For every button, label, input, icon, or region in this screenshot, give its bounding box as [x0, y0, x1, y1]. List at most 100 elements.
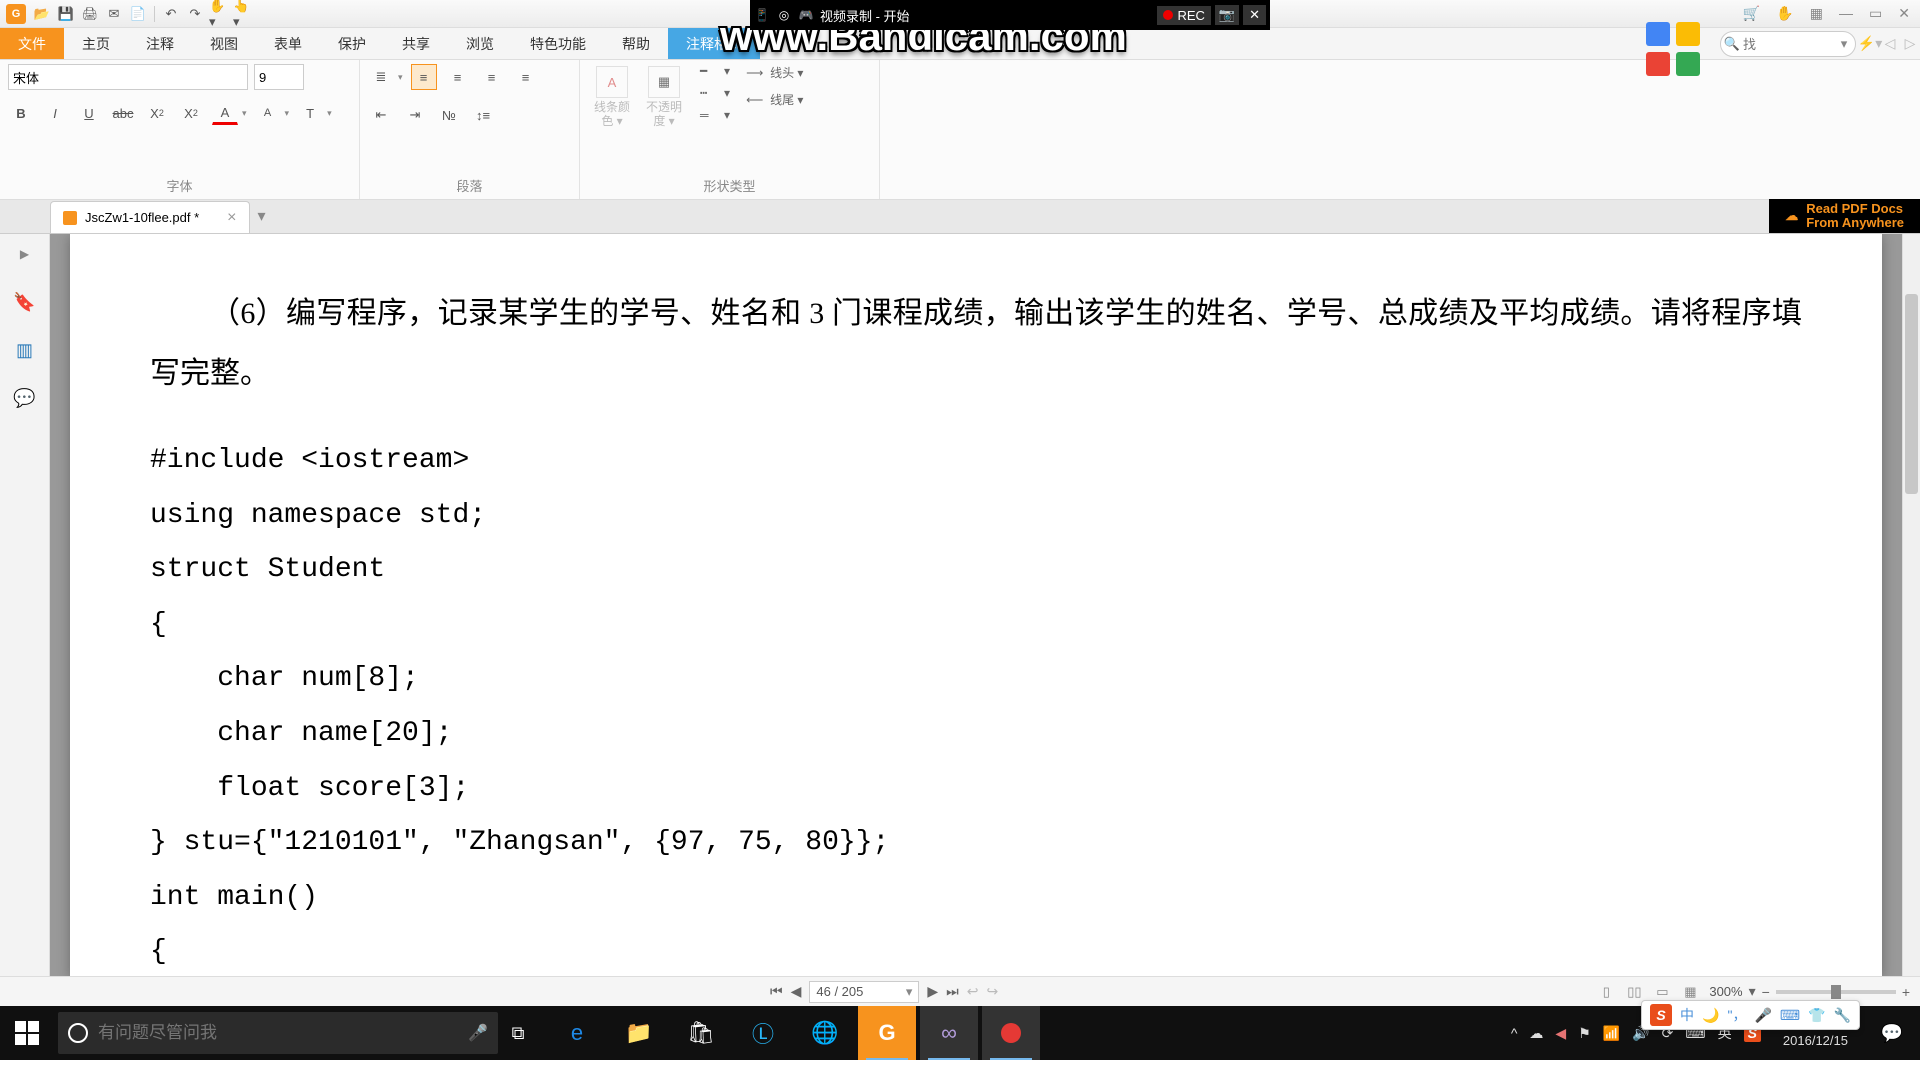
cortana-mic-icon[interactable]: 🎤 [458, 1023, 498, 1043]
bandicam-camera-button[interactable]: 📷 [1215, 5, 1239, 25]
maximize-button[interactable]: ▭ [1869, 5, 1882, 22]
menu-file[interactable]: 文件 [0, 28, 64, 59]
nav-back-button[interactable]: ↩ [967, 983, 979, 1000]
font-color-button[interactable]: A [212, 102, 238, 125]
zoom-in-button[interactable]: + [1902, 984, 1910, 1000]
search-input[interactable] [1743, 37, 1833, 52]
ime-mic-icon[interactable]: 🎤 [1754, 1007, 1771, 1024]
font-size-select[interactable] [254, 64, 304, 90]
qat-redo-icon[interactable]: ↷ [185, 4, 205, 24]
menu-home[interactable]: 主页 [64, 28, 128, 59]
document-viewport[interactable]: （6）编写程序，记录某学生的学号、姓名和 3 门课程成绩，输出该学生的姓名、学号… [50, 234, 1902, 976]
line-width-button[interactable]: ═▾ [700, 108, 730, 122]
opacity-button[interactable]: ▦ 不透明 度 ▾ [640, 64, 688, 131]
line-head-button[interactable]: ⟶线头 ▾ [746, 64, 803, 81]
qat-open-icon[interactable]: 📂 [32, 4, 52, 24]
cortana-input[interactable] [98, 1023, 458, 1043]
qat-save-icon[interactable]: 💾 [56, 4, 76, 24]
ribbon-options-icon[interactable]: ⚡▾ [1860, 28, 1880, 59]
align-center-button[interactable]: ≡ [445, 64, 471, 90]
tab-close-button[interactable]: × [227, 209, 236, 227]
font-shrink-button[interactable]: A [255, 100, 281, 126]
qat-select-icon[interactable]: 👆▾ [233, 4, 253, 24]
align-justify-button[interactable]: ≡ [513, 64, 539, 90]
menu-form[interactable]: 表单 [256, 28, 320, 59]
ime-skin-icon[interactable]: 👕 [1808, 1007, 1825, 1024]
align-right-button[interactable]: ≡ [479, 64, 505, 90]
font-case-button[interactable]: T [297, 100, 323, 126]
minimize-button[interactable]: — [1839, 5, 1853, 22]
line-spacing-button[interactable]: ↕≡ [470, 102, 496, 128]
tray-cloud-icon[interactable]: ☁ [1529, 1025, 1543, 1042]
continuous-view-icon[interactable]: ▯▯ [1625, 983, 1643, 1001]
line-style-button[interactable]: ━▾ [700, 64, 730, 78]
taskbar-recorder-icon[interactable] [982, 1006, 1040, 1060]
prev-page-button[interactable]: ◀ [791, 983, 802, 1000]
ime-punct-icon[interactable]: "， [1727, 1005, 1746, 1025]
subscript-button[interactable]: X2 [178, 100, 204, 126]
numbered-list-button[interactable]: № [436, 102, 462, 128]
tray-security-icon[interactable]: ⚑ [1578, 1025, 1591, 1042]
next-page-button[interactable]: ▶ [927, 983, 938, 1000]
underline-button[interactable]: U [76, 100, 102, 126]
bandi-target-icon[interactable]: ◎ [776, 7, 792, 23]
indent-increase-button[interactable]: ⇥ [402, 102, 428, 128]
zoom-slider-thumb[interactable] [1831, 985, 1841, 999]
task-view-button[interactable]: ⧉ [498, 1023, 538, 1044]
strikethrough-button[interactable]: abc [110, 100, 136, 126]
menu-view[interactable]: 视图 [192, 28, 256, 59]
taskbar-foxit-icon[interactable]: G [858, 1006, 916, 1060]
menu-protect[interactable]: 保护 [320, 28, 384, 59]
pdf-docs-banner[interactable]: ☁Read PDF Docs From Anywhere [1769, 199, 1920, 233]
superscript-button[interactable]: X2 [144, 100, 170, 126]
continuous-facing-icon[interactable]: ▦ [1681, 983, 1699, 1001]
menu-browse[interactable]: 浏览 [448, 28, 512, 59]
title-grid-icon[interactable]: ▦ [1810, 5, 1823, 22]
ime-keyboard-icon[interactable]: ⌨ [1780, 1007, 1800, 1024]
last-page-button[interactable]: ⏭ [946, 983, 959, 1000]
cortana-search[interactable]: 🎤 [58, 1012, 498, 1054]
zoom-dropdown-icon[interactable]: ▾ [1749, 983, 1756, 1000]
line-color-button[interactable]: A 线条颜 色 ▾ [588, 64, 636, 131]
line-tail-button[interactable]: ⟵线尾 ▾ [746, 91, 803, 108]
ime-moon-icon[interactable]: 🌙 [1702, 1007, 1719, 1024]
taskbar-explorer-icon[interactable]: 📁 [610, 1006, 668, 1060]
bandi-gamepad-icon[interactable]: 🎮 [798, 7, 814, 23]
bandicam-close-button[interactable]: ✕ [1243, 5, 1266, 25]
vertical-scrollbar[interactable] [1902, 234, 1920, 976]
close-button[interactable]: ✕ [1898, 5, 1910, 22]
pages-panel-icon[interactable]: ▥ [11, 336, 39, 364]
action-center-button[interactable]: 💬 [1870, 1023, 1914, 1044]
zoom-out-button[interactable]: − [1762, 984, 1770, 1000]
tray-flag-icon[interactable]: ◀ [1555, 1025, 1566, 1042]
qat-hand-icon[interactable]: ✋▾ [209, 4, 229, 24]
title-cart-icon[interactable]: 🛒 [1743, 5, 1760, 22]
italic-button[interactable]: I [42, 100, 68, 126]
menu-feature[interactable]: 特色功能 [512, 28, 604, 59]
title-hand-icon[interactable]: ✋ [1776, 5, 1793, 22]
indent-decrease-button[interactable]: ⇤ [368, 102, 394, 128]
page-number-box[interactable]: 46 / 205▾ [809, 981, 919, 1003]
nav-prev-icon[interactable]: ◁ [1880, 28, 1900, 59]
bandi-phone-icon[interactable]: 📱 [754, 7, 770, 23]
bandicam-rec-button[interactable]: REC [1157, 6, 1210, 25]
qat-print-icon[interactable]: 🖨 [80, 4, 100, 24]
comments-panel-icon[interactable]: 💬 [11, 384, 39, 412]
start-button[interactable] [0, 1006, 54, 1060]
nav-fwd-button[interactable]: ↪ [987, 983, 999, 1000]
scrollbar-thumb[interactable] [1905, 294, 1918, 494]
facing-view-icon[interactable]: ▭ [1653, 983, 1671, 1001]
search-dropdown-icon[interactable]: ▾ [1833, 33, 1855, 55]
bold-button[interactable]: B [8, 100, 34, 126]
bookmarks-icon[interactable]: 🔖 [11, 288, 39, 316]
menu-share[interactable]: 共享 [384, 28, 448, 59]
ime-tools-icon[interactable]: 🔧 [1834, 1007, 1851, 1024]
qat-newdoc-icon[interactable]: 📄 [128, 4, 148, 24]
taskbar-store-icon[interactable]: 🛍 [672, 1006, 730, 1060]
taskbar-app-l-icon[interactable]: Ⓛ [734, 1006, 792, 1060]
align-left-button[interactable]: ≡ [411, 64, 437, 90]
search-box[interactable]: 🔍 ▾ [1720, 31, 1856, 57]
line-dash-button[interactable]: ┅▾ [700, 86, 730, 100]
zoom-slider[interactable] [1776, 990, 1896, 994]
ime-lang-button[interactable]: 中 [1680, 1005, 1694, 1025]
